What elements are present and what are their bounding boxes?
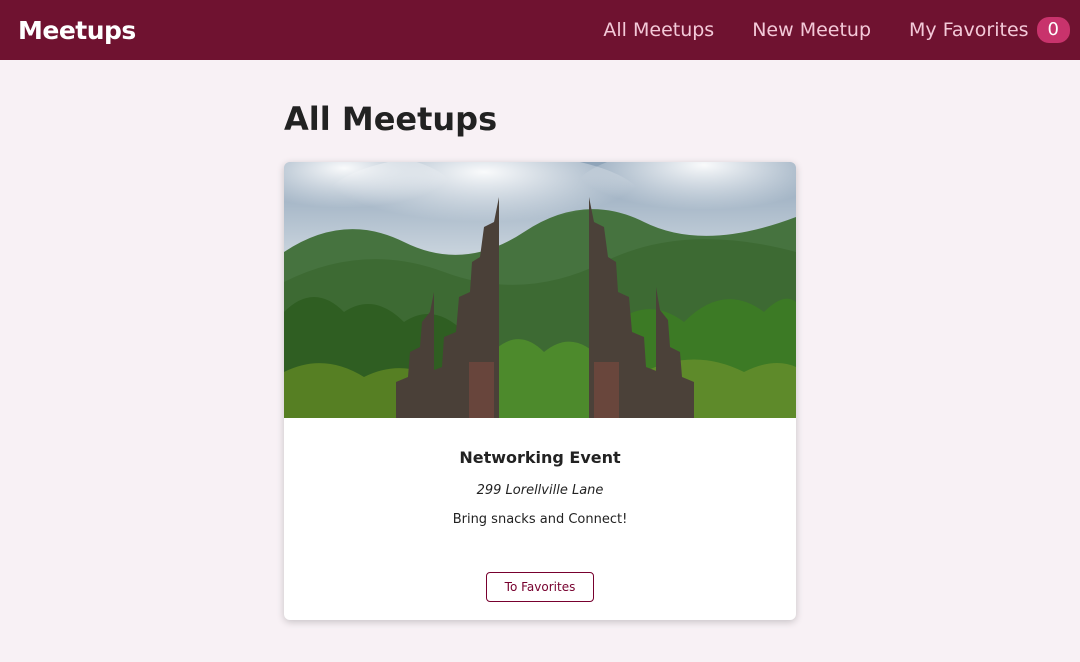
- nav-link-new-meetup[interactable]: New Meetup: [752, 19, 871, 41]
- nav-link-my-favorites-label: My Favorites: [909, 19, 1029, 41]
- meetup-address: 299 Lorellville Lane: [476, 483, 604, 498]
- meetup-card: Networking Event 299 Lorellville Lane Br…: [284, 162, 796, 620]
- page-title: All Meetups: [284, 100, 498, 138]
- favorites-count-badge: 0: [1036, 17, 1070, 43]
- app-header: Meetups All Meetups New Meetup My Favori…: [0, 0, 1080, 60]
- nav-link-all-meetups[interactable]: All Meetups: [603, 19, 714, 41]
- app-logo: Meetups: [18, 15, 136, 45]
- meetup-card-actions: To Favorites: [284, 527, 796, 620]
- nav-link-my-favorites[interactable]: My Favorites 0: [909, 17, 1070, 43]
- main-navigation: All Meetups New Meetup My Favorites 0: [565, 17, 1070, 43]
- meetup-list: Networking Event 299 Lorellville Lane Br…: [284, 162, 796, 620]
- meetup-description: Bring snacks and Connect!: [452, 512, 628, 527]
- to-favorites-button[interactable]: To Favorites: [485, 572, 595, 602]
- main-content: All Meetups Networking Event 299 Lorellv…: [284, 60, 796, 620]
- meetup-image: [284, 162, 796, 418]
- meetup-card-content: Networking Event 299 Lorellville Lane Br…: [284, 418, 796, 527]
- meetup-title: Networking Event: [459, 448, 621, 467]
